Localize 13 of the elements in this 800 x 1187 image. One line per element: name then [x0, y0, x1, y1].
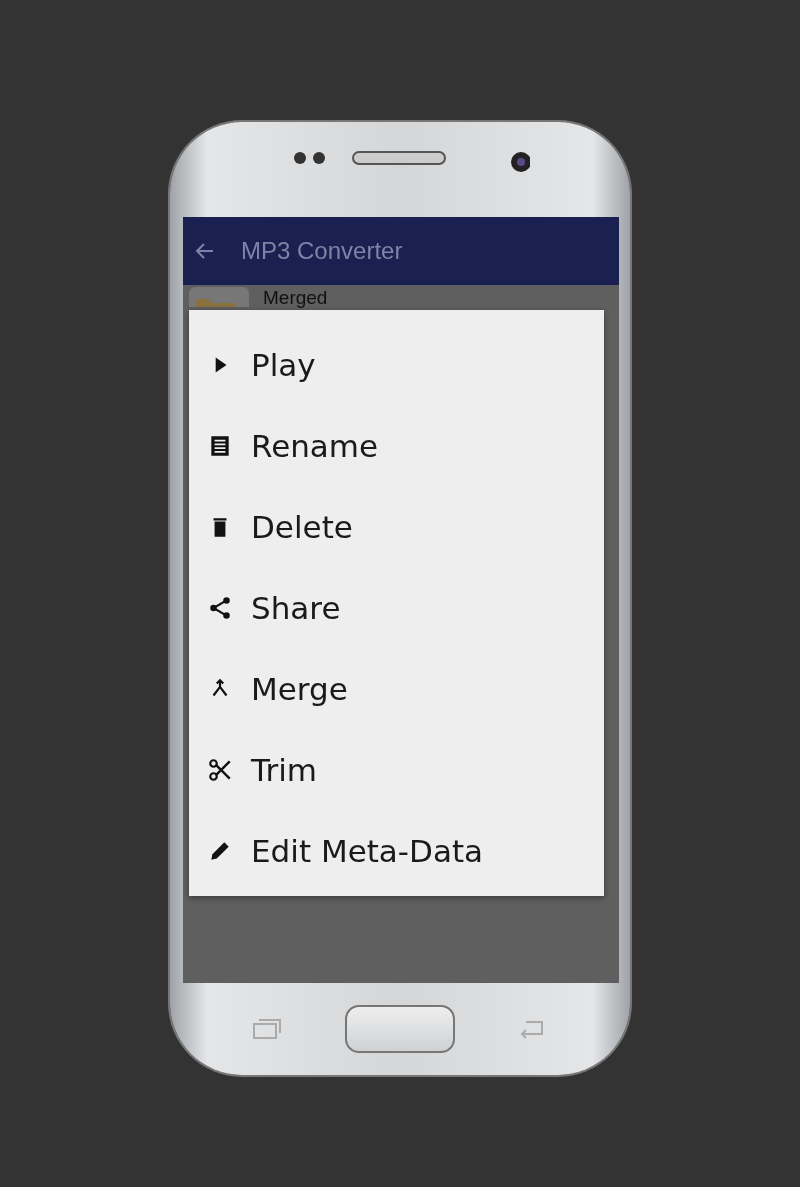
menu-item[interactable]: Merge — [189, 648, 604, 729]
menu-item[interactable]: Trim — [189, 729, 604, 810]
menu-item[interactable]: Play — [189, 324, 604, 405]
home-button[interactable] — [345, 1005, 455, 1053]
share-icon — [207, 594, 233, 621]
file-title: Merged — [263, 287, 328, 308]
app-title: MP3 Converter — [241, 237, 403, 265]
menu-item[interactable]: Delete — [189, 486, 604, 567]
menu-item[interactable]: Share — [189, 567, 604, 648]
menu-item[interactable]: Edit Meta-Data — [189, 810, 604, 891]
scissors-icon — [207, 756, 233, 783]
folder-icon — [189, 287, 249, 307]
menu-item[interactable]: Rename — [189, 405, 604, 486]
